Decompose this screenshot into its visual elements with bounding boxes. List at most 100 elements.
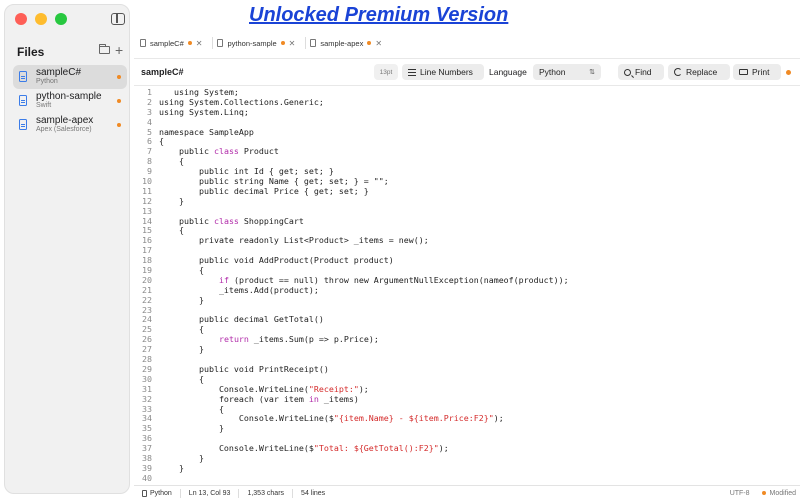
document-icon bbox=[140, 39, 146, 47]
close-tab-icon[interactable]: ✕ bbox=[196, 39, 203, 48]
find-button[interactable]: Find bbox=[618, 64, 664, 80]
new-folder-icon[interactable] bbox=[99, 44, 110, 54]
code-text: } bbox=[159, 195, 184, 206]
document-icon bbox=[217, 39, 224, 47]
close-window-button[interactable] bbox=[15, 13, 27, 25]
file-name: python-sample bbox=[36, 91, 102, 102]
code-line[interactable]: 3 using System.Linq; bbox=[134, 106, 800, 118]
code-line[interactable]: 21 _items.Add(product); bbox=[134, 285, 800, 296]
font-size-indicator[interactable]: 13pt bbox=[374, 64, 398, 80]
document-icon bbox=[19, 71, 27, 82]
code-line[interactable]: 14 public class ShoppingCart bbox=[134, 216, 800, 227]
replace-icon bbox=[674, 68, 682, 76]
code-text: } bbox=[159, 423, 224, 434]
replace-button[interactable]: Replace bbox=[668, 64, 730, 80]
close-tab-icon[interactable]: ✕ bbox=[375, 39, 382, 48]
print-label: Print bbox=[752, 67, 770, 77]
code-line[interactable]: 7 public class Product bbox=[134, 146, 800, 157]
search-icon bbox=[624, 68, 631, 76]
document-icon bbox=[19, 119, 27, 130]
status-char-count: 1,353 chars bbox=[239, 488, 294, 498]
code-line[interactable]: 39 } bbox=[134, 462, 800, 474]
zoom-window-button[interactable] bbox=[55, 13, 67, 25]
code-line[interactable]: 26 return _items.Sum(p => p.Price); bbox=[134, 334, 800, 345]
print-button[interactable]: Print bbox=[733, 64, 781, 80]
modified-dot bbox=[761, 491, 766, 495]
modified-dot bbox=[367, 41, 372, 45]
tab-label: sampleC# bbox=[150, 38, 184, 48]
code-line[interactable]: 24 public decimal GetTotal() bbox=[134, 315, 800, 325]
code-editor[interactable]: 1 using System; 2 using System.Collections… bbox=[134, 88, 800, 484]
printer-icon bbox=[739, 69, 748, 75]
status-modified: Modified bbox=[769, 489, 796, 497]
tab-divider bbox=[305, 37, 307, 49]
editor-toolbar: sampleC# 13pt Line Numbers Language Pyth… bbox=[134, 58, 800, 86]
replace-label: Replace bbox=[686, 67, 718, 77]
file-language: Swift bbox=[36, 102, 52, 109]
line-number: 40 bbox=[142, 472, 152, 483]
code-text: } bbox=[159, 462, 184, 473]
file-item-python-sample[interactable]: python-sample Swift bbox=[13, 89, 127, 113]
status-bar: Python Ln 13, Col 93 1,353 chars 54 line… bbox=[134, 485, 800, 500]
code-line[interactable]: 35 } bbox=[134, 423, 800, 434]
modified-dot bbox=[786, 70, 791, 75]
code-line[interactable]: 40 bbox=[134, 472, 800, 484]
code-text: public decimal Price { get; set; } bbox=[159, 185, 369, 196]
code-line[interactable]: 16 private readonly List<Product> _items… bbox=[134, 235, 800, 246]
sidebar-toggle-icon[interactable] bbox=[111, 13, 125, 25]
files-heading: Files bbox=[17, 45, 45, 59]
tab-bar: sampleC# ✕ python-sample ✕ sample-apex ✕ bbox=[134, 34, 800, 52]
code-line[interactable]: 34 Console.WriteLine($"{item.Name} - ${i… bbox=[134, 413, 800, 424]
document-icon bbox=[19, 95, 27, 106]
language-label: Language bbox=[489, 67, 527, 77]
file-name: sample-apex bbox=[36, 115, 94, 126]
modified-dot bbox=[280, 41, 285, 45]
code-text: namespace SampleApp bbox=[159, 126, 254, 137]
premium-banner[interactable]: Unlocked Premium Version bbox=[249, 4, 508, 27]
find-label: Find bbox=[635, 67, 652, 77]
file-name: sampleC# bbox=[36, 67, 82, 78]
status-language-label: Python bbox=[150, 489, 172, 497]
window-controls bbox=[15, 13, 67, 25]
minimize-window-button[interactable] bbox=[35, 13, 47, 25]
code-line[interactable]: 29 public void PrintReceipt() bbox=[134, 364, 800, 375]
code-text: using System.Linq; bbox=[159, 106, 249, 117]
code-text: } bbox=[159, 344, 204, 355]
file-language: Python bbox=[36, 78, 58, 85]
chevron-updown-icon: ⇅ bbox=[589, 69, 595, 76]
code-line[interactable]: 32 foreach (var item in _items) bbox=[134, 394, 800, 405]
code-line[interactable]: 37 Console.WriteLine($"Total: ${GetTotal… bbox=[134, 443, 800, 454]
modified-dot bbox=[117, 99, 121, 103]
file-item-samplecsharp[interactable]: sampleC# Python bbox=[13, 65, 127, 89]
document-icon bbox=[310, 39, 317, 47]
code-line[interactable]: 38 } bbox=[134, 453, 800, 464]
editor-window: Files + sampleC# Python python-sample Sw… bbox=[0, 0, 800, 500]
line-numbers-label: Line Numbers bbox=[420, 67, 473, 77]
code-text: private readonly List<Product> _items = … bbox=[159, 235, 429, 246]
tab-sample-apex[interactable]: sample-apex ✕ bbox=[310, 34, 388, 52]
tab-samplecsharp[interactable]: sampleC# ✕ bbox=[140, 34, 208, 52]
code-line[interactable]: 11 public decimal Price { get; set; } bbox=[134, 185, 800, 197]
list-icon bbox=[408, 68, 416, 76]
status-cursor-position: Ln 13, Col 93 bbox=[181, 488, 240, 498]
code-line[interactable]: 22 } bbox=[134, 295, 800, 306]
line-numbers-button[interactable]: Line Numbers bbox=[402, 64, 484, 80]
modified-dot bbox=[117, 123, 121, 127]
code-line[interactable]: 5 namespace SampleApp bbox=[134, 126, 800, 138]
code-line[interactable]: 27 } bbox=[134, 344, 800, 355]
language-select[interactable]: Python ⇅ bbox=[533, 64, 601, 80]
file-item-sample-apex[interactable]: sample-apex Apex (Salesforce) bbox=[13, 113, 127, 137]
status-encoding: UTF-8 bbox=[729, 489, 750, 497]
code-line[interactable]: 18 public void AddProduct(Product produc… bbox=[134, 255, 800, 266]
status-language[interactable]: Python bbox=[134, 488, 181, 498]
status-line-count: 54 lines bbox=[301, 489, 326, 497]
tab-divider bbox=[212, 37, 214, 49]
file-list: sampleC# Python python-sample Swift samp… bbox=[13, 65, 127, 137]
add-file-icon[interactable]: + bbox=[115, 42, 123, 58]
tab-python-sample[interactable]: python-sample ✕ bbox=[217, 34, 301, 52]
code-line[interactable]: 12 } bbox=[134, 195, 800, 207]
document-icon bbox=[142, 489, 147, 497]
modified-dot bbox=[187, 41, 192, 45]
file-language: Apex (Salesforce) bbox=[36, 126, 92, 133]
close-tab-icon[interactable]: ✕ bbox=[289, 39, 296, 48]
